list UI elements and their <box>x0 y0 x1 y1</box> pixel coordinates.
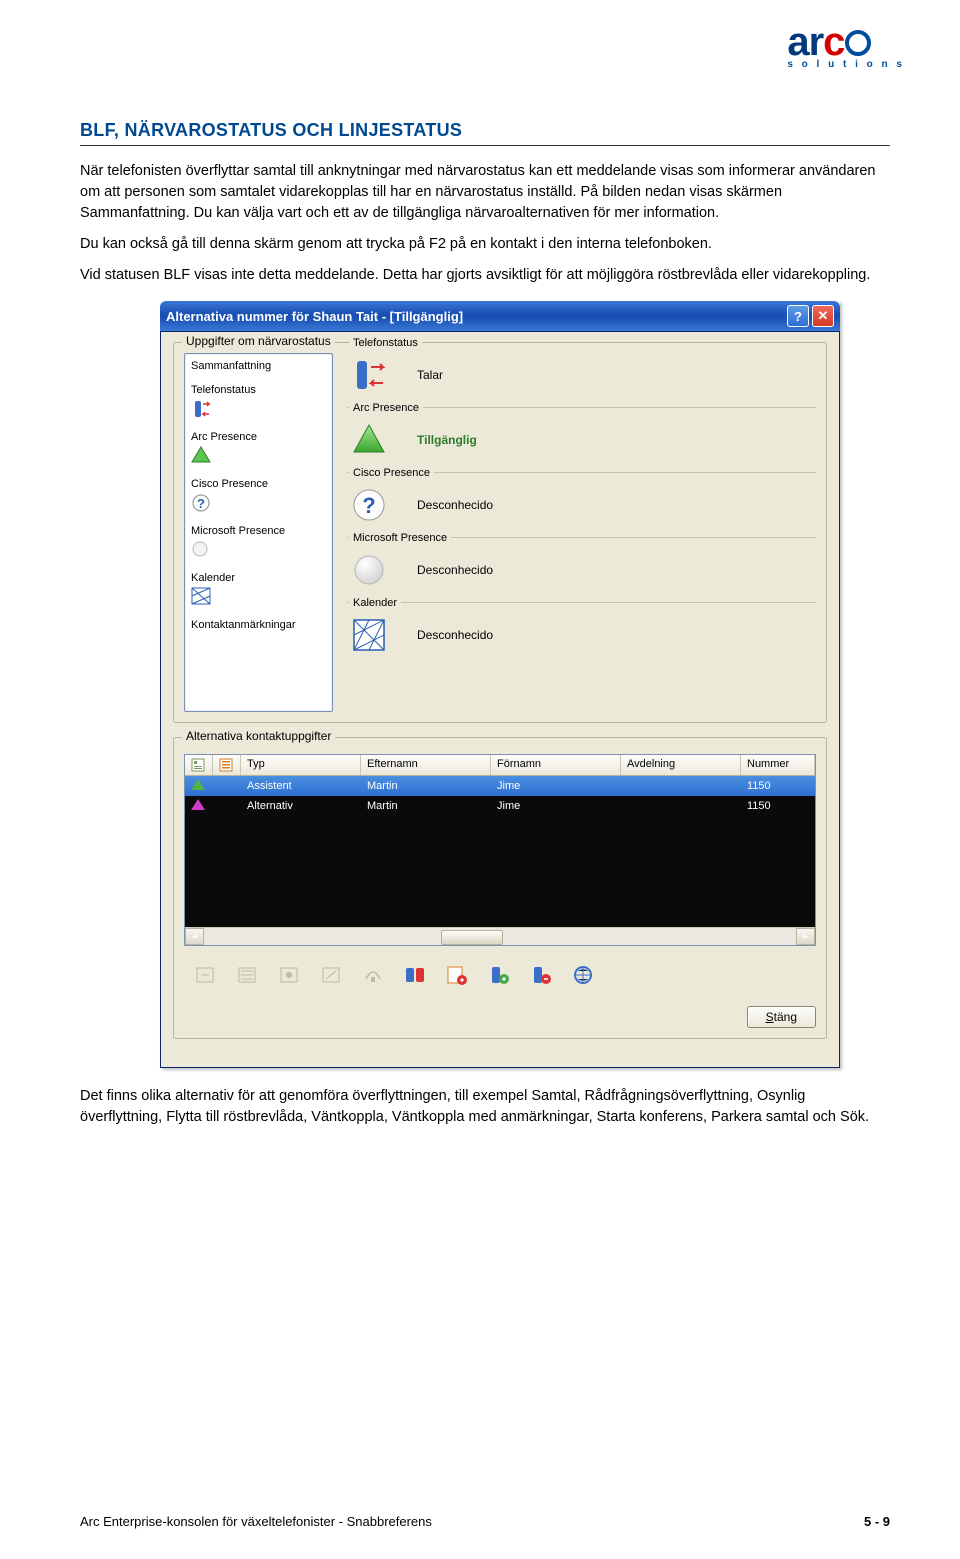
table-row[interactable]: Assistent Martin Jime 1150 <box>185 776 815 796</box>
toolbar-btn-6[interactable] <box>398 960 432 990</box>
calendar-unknown-icon <box>351 617 387 653</box>
cisco-presence-icon: ? <box>191 493 213 513</box>
group-label: Cisco Presence <box>349 467 434 479</box>
sidebar-item-arc[interactable]: Arc Presence <box>191 431 326 443</box>
close-button[interactable]: Stäng <box>747 1006 816 1028</box>
dialog-title: Alternativa nummer för Shaun Tait - [Til… <box>166 309 784 324</box>
group-label: Microsoft Presence <box>349 532 451 544</box>
ms-presence-icon <box>191 540 213 560</box>
toolbar-btn-4[interactable] <box>314 960 348 990</box>
fieldset-label: Uppgifter om närvarostatus <box>182 334 335 348</box>
sidebar-item-summary[interactable]: Sammanfattning <box>191 360 326 372</box>
titlebar[interactable]: Alternativa nummer för Shaun Tait - [Til… <box>160 301 840 331</box>
phone-busy-icon <box>351 357 387 393</box>
arc-available-icon <box>351 422 387 458</box>
paragraph-2: Du kan också gå till denna skärm genom a… <box>80 234 890 255</box>
toolbar-btn-1[interactable] <box>188 960 222 990</box>
footer-right: 5 - 9 <box>864 1514 890 1529</box>
sidebar-item-ms[interactable]: Microsoft Presence <box>191 525 326 537</box>
brand-logo: arc s o l u t i o n s <box>787 20 905 70</box>
ms-unknown-icon <box>351 552 387 588</box>
status-triangle-icon <box>191 799 205 810</box>
sidebar-item-notes[interactable]: Kontaktanmärkningar <box>191 619 326 631</box>
toolbar-btn-9[interactable] <box>524 960 558 990</box>
logo-subtext: s o l u t i o n s <box>787 59 905 70</box>
logo-circle-icon <box>845 30 871 56</box>
paragraph-4: Det finns olika alternativ för att genom… <box>80 1086 890 1128</box>
contacts-table[interactable]: Typ Efternamn Förnamn Avdelning Nummer A… <box>184 754 816 946</box>
paragraph-1: När telefonisten överflyttar samtal till… <box>80 161 890 224</box>
fieldset-label: Alternativa kontaktuppgifter <box>182 729 335 743</box>
presence-category-list[interactable]: Sammanfattning Telefonstatus Arc Presenc… <box>184 353 333 712</box>
phone-status-text: Talar <box>417 368 443 382</box>
toolbar-btn-8[interactable] <box>482 960 516 990</box>
sidebar-item-calendar[interactable]: Kalender <box>191 572 326 584</box>
sidebar-item-cisco[interactable]: Cisco Presence <box>191 478 326 490</box>
toolbar-btn-10[interactable] <box>566 960 600 990</box>
close-icon[interactable]: ✕ <box>812 305 834 327</box>
toolbar-btn-3[interactable] <box>272 960 306 990</box>
cisco-unknown-icon: ? <box>351 487 387 523</box>
toolbar-btn-2[interactable] <box>230 960 264 990</box>
toolbar-btn-5[interactable] <box>356 960 390 990</box>
toolbar-btn-7[interactable] <box>440 960 474 990</box>
svg-text:?: ? <box>362 493 375 518</box>
page-title: BLF, NÄRVAROSTATUS OCH LINJESTATUS <box>80 120 890 146</box>
column-avd[interactable]: Avdelning <box>621 755 741 775</box>
table-header: Typ Efternamn Förnamn Avdelning Nummer <box>185 755 815 776</box>
scroll-thumb[interactable] <box>441 930 503 945</box>
cisco-status-text: Desconhecido <box>417 498 493 512</box>
arc-presence-icon <box>191 446 213 466</box>
column-eft[interactable]: Efternamn <box>361 755 491 775</box>
scroll-right-button[interactable]: ▸ <box>796 928 815 945</box>
arc-status-text: Tillgänglig <box>417 433 477 447</box>
column-num[interactable]: Nummer <box>741 755 815 775</box>
ms-status-text: Desconhecido <box>417 563 493 577</box>
action-toolbar <box>184 960 816 990</box>
column-icon2[interactable] <box>213 755 241 775</box>
alt-contact-fieldset: Alternativa kontaktuppgifter Typ Efterna… <box>173 737 827 1039</box>
status-triangle-icon <box>191 779 205 790</box>
group-label: Telefonstatus <box>349 337 422 349</box>
phone-status-icon <box>191 399 213 419</box>
scroll-left-button[interactable]: ◂ <box>185 928 204 945</box>
help-button[interactable]: ? <box>787 305 809 327</box>
presence-info-fieldset: Uppgifter om närvarostatus Sammanfattnin… <box>173 342 827 723</box>
column-forn[interactable]: Förnamn <box>491 755 621 775</box>
footer-left: Arc Enterprise-konsolen för växeltelefon… <box>80 1514 432 1529</box>
calendar-status-text: Desconhecido <box>417 628 493 642</box>
group-label: Arc Presence <box>349 402 423 414</box>
column-typ[interactable]: Typ <box>241 755 361 775</box>
dialog-window: Alternativa nummer för Shaun Tait - [Til… <box>160 301 840 1068</box>
column-icon1[interactable] <box>185 755 213 775</box>
close-button-label: täng <box>774 1010 797 1024</box>
group-label: Kalender <box>349 597 401 609</box>
paragraph-3: Vid statusen BLF visas inte detta meddel… <box>80 265 890 286</box>
calendar-icon <box>191 587 213 607</box>
svg-text:?: ? <box>197 496 205 511</box>
table-row[interactable]: Alternativ Martin Jime 1150 <box>185 796 815 816</box>
sidebar-item-phone[interactable]: Telefonstatus <box>191 384 326 396</box>
horizontal-scrollbar[interactable]: ◂ ▸ <box>185 927 815 945</box>
